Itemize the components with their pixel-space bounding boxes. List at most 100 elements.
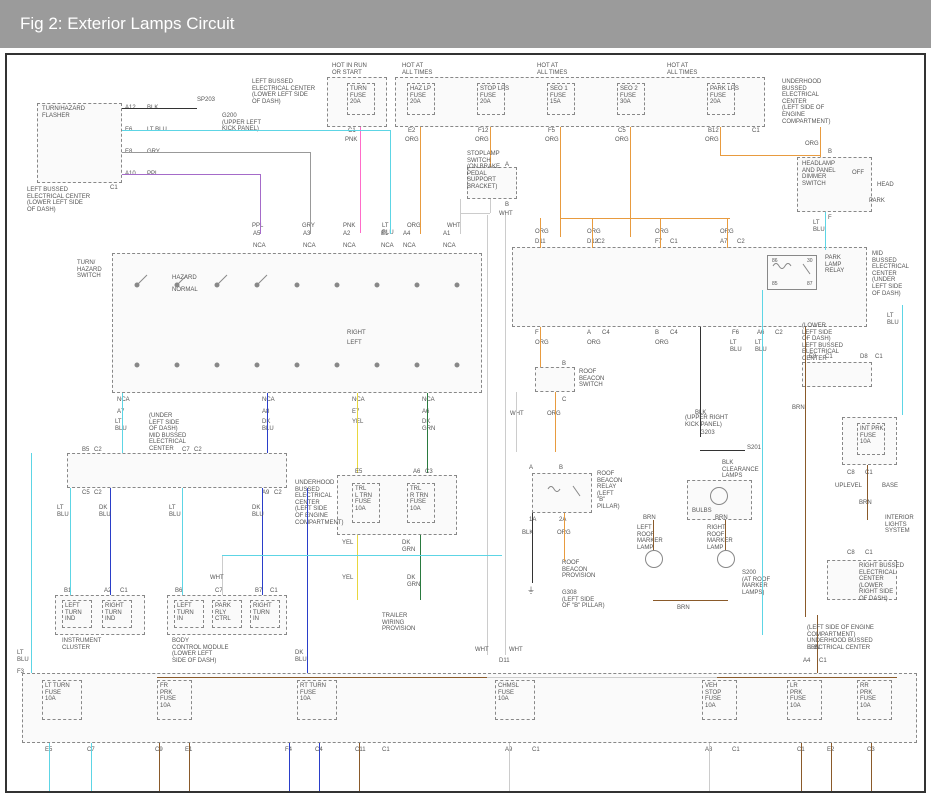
base-label: BASE: [882, 483, 898, 490]
pin-c1-ll: C1: [825, 354, 833, 361]
nca-out2: NCA: [262, 397, 275, 404]
hot-all-2-label: HOT AT ALL TIMES: [537, 63, 567, 76]
left-label: LEFT: [347, 340, 362, 347]
wire-dkblu-bot1: [289, 743, 290, 793]
org-label-5: ORG: [705, 137, 719, 144]
wire-ltblu-bot1: [49, 743, 50, 793]
org-topswitch: ORG: [407, 223, 421, 230]
pin-b5: B5: [82, 447, 89, 454]
turn-fuse: TURN FUSE 20A: [347, 83, 375, 115]
lower-left-box: [802, 362, 872, 387]
lr-prk-fuse: LR PRK FUSE 10A: [787, 680, 822, 720]
pin-30: 30: [807, 259, 813, 265]
rr-prk-fuse: RR PRK FUSE 10A: [857, 680, 892, 720]
nca-out1: NCA: [117, 397, 130, 404]
wire-org-6: [720, 127, 721, 155]
clearance-bulb: [710, 487, 728, 505]
roof-beacon-switch-label: ROOF BEACON SWITCH: [579, 369, 604, 389]
pin-e8-ll: E8: [809, 354, 816, 361]
wire-wht-bot2: [709, 743, 710, 793]
wire-ltblu-bcm: [182, 488, 183, 595]
right-turn-in: RIGHT TURN IN: [250, 600, 280, 628]
dkblu-ind: DK BLU: [99, 505, 111, 518]
s200-label: S200 (AT ROOF MARKER LAMPS): [742, 570, 770, 596]
circuit-diagram: HOT IN RUN OR START HOT AT ALL TIMES HOT…: [5, 53, 926, 793]
parklps-fuse: PARK LPS FUSE 20A: [707, 83, 735, 115]
park-rly-ctrl: PARK RLY CTRL: [212, 600, 242, 628]
wire-wht-in: [460, 199, 461, 234]
wire-org-rbs2: [555, 392, 556, 452]
pin-c5: C5: [618, 128, 626, 135]
pin-a2: A2: [343, 231, 350, 238]
rt-turn-label: RT TURN FUSE 10A: [300, 683, 326, 703]
org-label-1: ORG: [405, 137, 419, 144]
roof-beacon-switch: [535, 367, 575, 392]
underhood-left-label: UNDERHOOD BUSSED ELECTRICAL CENTER (LEFT…: [295, 480, 343, 526]
pin-a4-bot: A4: [803, 658, 810, 665]
wire-brn-bot3: [359, 743, 360, 793]
pin-87: 87: [807, 282, 813, 288]
nca-a1: NCA: [443, 243, 456, 250]
wire-brn-bus: [653, 600, 728, 601]
pin-e1: E1: [381, 231, 388, 238]
under-left-dash-box: [67, 453, 287, 488]
wire-dkgrn-out: [427, 393, 428, 473]
park-label: PARK: [869, 198, 885, 205]
nca-a5: NCA: [253, 243, 266, 250]
wire-brn-bot1: [159, 743, 160, 793]
stoplamp-switch-label: STOPLAMP SWITCH (ON BRAKE PEDAL SUPPORT …: [467, 151, 500, 191]
hot-run-start-label: HOT IN RUN OR START: [332, 63, 367, 76]
org-rbs: ORG: [547, 411, 561, 418]
right-turn-ind-label: RIGHT TURN IND: [105, 603, 124, 623]
wire-wht-long1: [487, 215, 488, 655]
pin-85: 85: [772, 282, 778, 288]
pin-c1-bot3: C1: [532, 747, 540, 754]
pin-a1: A1: [443, 231, 450, 238]
pin-f12: F12: [478, 128, 488, 135]
wire-gry-h: [182, 152, 310, 153]
headlamp-dimmer-label: HEADLAMP AND PANEL DIMMER SWITCH: [802, 161, 836, 187]
pin-c4-mid: C4: [602, 330, 610, 337]
hazlp-fuse: HAZ LP FUSE 20A: [407, 83, 435, 115]
pin-b-stop: B: [505, 202, 509, 209]
rt-turn-fuse: RT TURN FUSE 10A: [297, 680, 337, 720]
wire-brn-bot2: [189, 743, 190, 793]
wire-org-bus: [560, 218, 730, 219]
dkgrn-out: DK GRN: [422, 419, 435, 432]
pin-a6-out: A6: [422, 409, 429, 416]
wire-ppl-in: [260, 174, 261, 234]
sp203-label: SP203: [197, 97, 215, 104]
wire-org-prov: [564, 513, 565, 561]
pin-d8-ll: D8: [860, 354, 868, 361]
yel-trl: YEL: [342, 540, 353, 547]
right-roof-marker: [717, 550, 735, 568]
pin-a9: A9: [262, 490, 269, 497]
trl-ltrn-fuse: TRL L TRN FUSE 10A: [352, 483, 380, 523]
pin-e5-trl: E5: [355, 469, 362, 476]
pin-c1-flasher: C1: [110, 185, 118, 192]
wire-dkgrn-trailer: [420, 535, 421, 600]
pin-a-rbr: A: [529, 465, 533, 472]
org-a-out: ORG: [587, 340, 601, 347]
pin-c4-mid2: C4: [670, 330, 678, 337]
bulbs-label: BULBS: [692, 508, 712, 515]
wht-topswitch: WHT: [447, 223, 461, 230]
wire-org-5: [630, 127, 631, 237]
instrument-cluster-label: INSTRUMENT CLUSTER: [62, 638, 101, 651]
uplevel-label: UPLEVEL: [835, 483, 862, 490]
left-turn-ind: LEFT TURN IND: [62, 600, 92, 628]
seo1-fuse: SEO 1 FUSE 15A: [547, 83, 575, 115]
pin-c1-bot4: C1: [732, 747, 740, 754]
pin-f5: F5: [548, 128, 555, 135]
chmsl-fuse: CHMSL FUSE 10A: [495, 680, 535, 720]
ltblu-ind: LT BLU: [57, 505, 69, 518]
wire-dkblu-long: [307, 488, 308, 685]
wire-blk-h-s201: [700, 450, 745, 451]
pin-c1-bcm: C1: [270, 588, 278, 595]
underhood-bussed-label: UNDERHOOD BUSSED ELECTRICAL CENTER (LEFT…: [782, 79, 830, 125]
wire-org-headlamp: [720, 155, 820, 156]
ltblu-f6: LT BLU: [730, 340, 742, 353]
org-b-out: ORG: [655, 340, 669, 347]
pin-c8-lo: C8: [847, 550, 855, 557]
fr-prk-label: FR PRK FUSE 10A: [160, 683, 176, 709]
